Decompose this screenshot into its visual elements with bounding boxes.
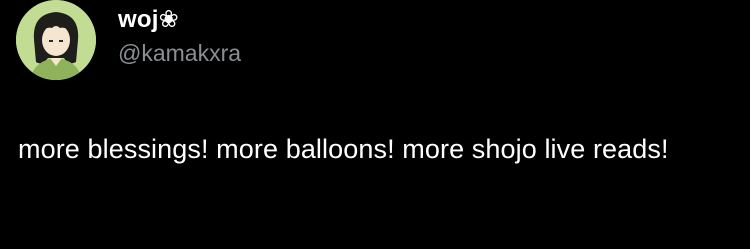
avatar-anime-girl-icon	[16, 0, 96, 80]
tweet-text: more blessings! more balloons! more shoj…	[18, 134, 669, 164]
display-name[interactable]: woj❀	[118, 6, 241, 34]
author-info[interactable]: woj❀ @kamakxra	[118, 6, 241, 67]
tweet-card: woj❀ @kamakxra more blessings! more ball…	[0, 0, 750, 249]
avatar[interactable]	[16, 0, 96, 80]
username-handle[interactable]: @kamakxra	[118, 39, 241, 67]
